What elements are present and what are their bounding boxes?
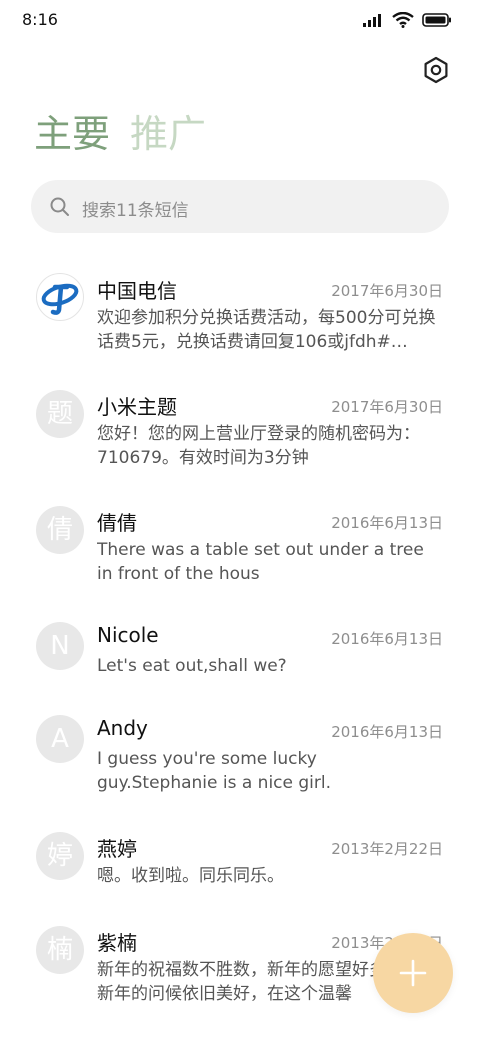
message-item[interactable]: 题 小米主题 2017年6月30日 您好！您的网上营业厅登录的随机密码为：710… xyxy=(0,388,480,488)
message-item[interactable]: 倩 倩倩 2016年6月13日 There was a table set ou… xyxy=(0,504,480,604)
avatar: 楠 xyxy=(36,926,84,974)
message-sender: Andy xyxy=(97,716,148,740)
message-sender: 小米主题 xyxy=(97,395,177,419)
message-preview: 欢迎参加积分兑换话费活动，每500分可兑换话费5元，兑换话费请回复106或jfd… xyxy=(97,308,436,352)
message-date: 2017年6月30日 xyxy=(331,282,443,300)
message-item[interactable]: 婷 燕婷 2013年2月22日 嗯。收到啦。同乐同乐。 xyxy=(0,830,480,930)
avatar xyxy=(36,273,84,321)
tab-promotions[interactable]: 推广 xyxy=(130,110,206,158)
message-item[interactable]: 中国电信 2017年6月30日 欢迎参加积分兑换话费活动，每500分可兑换话费5… xyxy=(0,272,480,372)
message-preview: There was a table set out under a tree i… xyxy=(97,540,424,584)
message-sender: 倩倩 xyxy=(97,511,137,535)
message-date: 2016年6月13日 xyxy=(331,723,443,741)
wifi-icon xyxy=(392,11,414,32)
avatar: 婷 xyxy=(36,832,84,880)
settings-hexagon-icon xyxy=(422,56,450,88)
search-icon xyxy=(49,196,71,218)
avatar: N xyxy=(36,622,84,670)
message-preview: I guess you're some lucky guy.Stephanie … xyxy=(97,749,332,793)
battery-icon xyxy=(422,12,452,32)
message-item[interactable]: N Nicole 2016年6月13日 Let's eat out,shall … xyxy=(0,620,480,720)
message-preview: Let's eat out,shall we? xyxy=(97,656,287,676)
message-sender: 燕婷 xyxy=(97,837,137,861)
message-sender: 紫楠 xyxy=(97,931,137,955)
avatar: A xyxy=(36,715,84,763)
message-date: 2016年6月13日 xyxy=(331,630,443,648)
search-input[interactable]: 搜索11条短信 xyxy=(31,180,449,233)
message-sender: Nicole xyxy=(97,623,159,647)
message-item[interactable]: A Andy 2016年6月13日 I guess you're some lu… xyxy=(0,713,480,813)
signal-icon xyxy=(362,12,384,32)
avatar: 题 xyxy=(36,390,84,438)
status-icons xyxy=(362,11,452,32)
tab-primary[interactable]: 主要 xyxy=(34,110,110,158)
message-date: 2013年2月22日 xyxy=(331,840,443,858)
message-preview: 嗯。收到啦。同乐同乐。 xyxy=(97,866,284,886)
message-date: 2016年6月13日 xyxy=(331,514,443,532)
message-preview: 您好！您的网上营业厅登录的随机密码为：710679。有效时间为3分钟 xyxy=(97,424,420,468)
status-time: 8:16 xyxy=(22,10,58,29)
search-placeholder: 搜索11条短信 xyxy=(82,201,189,221)
settings-button[interactable] xyxy=(422,56,450,84)
tab-bar: 主要 推广 xyxy=(34,110,206,158)
message-date: 2017年6月30日 xyxy=(331,398,443,416)
new-message-button[interactable] xyxy=(373,933,453,1013)
status-bar: 8:16 xyxy=(0,0,480,44)
message-sender: 中国电信 xyxy=(97,279,177,303)
avatar: 倩 xyxy=(36,506,84,554)
